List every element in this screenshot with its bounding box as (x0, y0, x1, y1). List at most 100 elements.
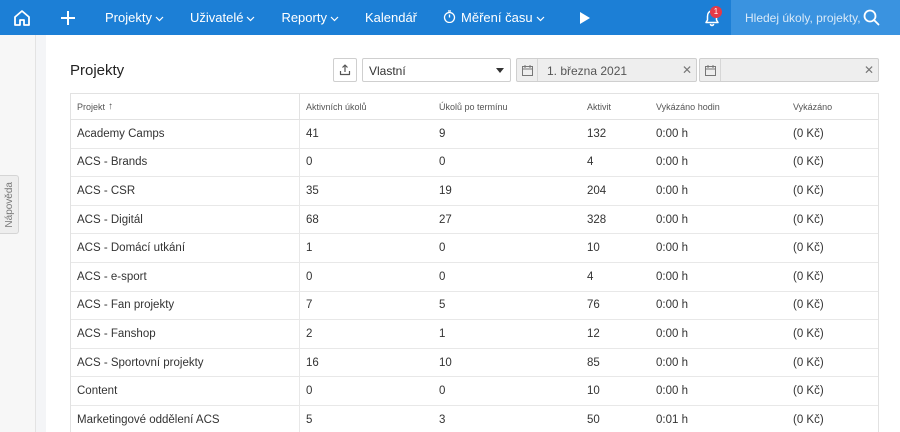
nav-item-0[interactable]: Projekty (92, 0, 177, 35)
help-tab[interactable]: Nápověda (0, 175, 19, 234)
table-cell: 0:00 h (656, 184, 688, 197)
table-cell: 16 (306, 356, 319, 369)
table-cell: (0 Kč) (793, 156, 824, 169)
table-cell: 0 (439, 385, 446, 398)
nav-item-3[interactable]: Kalendář (352, 0, 430, 35)
table-row[interactable]: ACS - e-sport 0 0 4 0:00 h (0 Kč) (71, 262, 878, 292)
search-input[interactable] (745, 10, 865, 25)
date-to-value (721, 59, 860, 81)
table-cell[interactable]: ACS - Brands (71, 148, 300, 177)
table-cell: 68 (306, 213, 319, 226)
add-button[interactable] (44, 0, 92, 35)
table-cell: 132 (587, 127, 607, 140)
clear-date-from-icon[interactable]: ✕ (678, 59, 696, 81)
table-cell: 0 (306, 156, 313, 169)
caret-down-icon (496, 68, 504, 73)
chevron-down-icon (155, 10, 164, 25)
table-cell: 0 (306, 270, 313, 283)
search-box (731, 0, 900, 35)
table-body: Academy Camps 4 1 9 132 0:00 h (0 Kč) ACS - Bra… (71, 120, 878, 432)
table-cell: 35 (306, 184, 319, 197)
table-row[interactable]: ACS - Sportovní projekty 16 10 85 0:00 h (0 K… (71, 348, 878, 378)
date-from-field[interactable]: 1. března 2021 ✕ (516, 58, 697, 82)
table-cell: 10 (587, 385, 600, 398)
search-icon[interactable] (863, 9, 880, 26)
column-header-reported-hours[interactable]: Vykázáno hodin (650, 102, 787, 112)
table-cell[interactable]: ACS - Domácí utkání (71, 234, 300, 262)
table-cell: 0:00 h (656, 356, 688, 369)
table-cell: 0:00 h (656, 299, 688, 312)
table-cell: 3 (439, 413, 446, 426)
left-sidebar: Nápověda (0, 35, 36, 432)
nav-item-2[interactable]: Reporty (268, 0, 352, 35)
table-cell: 328 (587, 213, 607, 226)
table-cell[interactable]: ACS - Fan projekty (71, 291, 300, 320)
table-cell: 1 (306, 242, 313, 255)
table-cell[interactable]: ACS - Digitál (71, 205, 300, 234)
table-row[interactable]: Content 0 0 10 0:00 h (0 Kč) (71, 377, 878, 406)
table-cell: (0 Kč) (793, 385, 824, 398)
table-cell: 0:01 h (656, 413, 688, 426)
table-cell: 4 (587, 270, 594, 283)
table-cell: 41 (306, 127, 319, 140)
period-select[interactable]: Vlastní (362, 58, 511, 82)
column-header-project[interactable]: Projekt ↑ (71, 94, 300, 119)
table-cell[interactable]: Content (71, 377, 300, 405)
table-row[interactable]: ACS - Brands 0 0 4 0:00 h (0 Kč) (71, 148, 878, 178)
table-cell: 10 (587, 242, 600, 255)
table-cell: 0:00 h (656, 327, 688, 340)
date-to-field[interactable]: ✕ (699, 58, 879, 82)
table-cell[interactable]: Academy Camps (71, 120, 300, 148)
table-cell: (0 Kč) (793, 127, 824, 140)
home-button[interactable] (0, 0, 44, 35)
notifications-button[interactable]: 1 (694, 0, 730, 35)
table-cell: 0 (439, 156, 446, 169)
table-row[interactable]: ACS - Digitál 68 27 328 0:00 h (0 Kč) (71, 205, 878, 235)
column-header-activities[interactable]: Aktivit (581, 102, 650, 112)
table-cell: 0:00 h (656, 213, 688, 226)
play-icon (579, 11, 590, 24)
table-header: Projekt ↑ Aktivních úkolů Úkolů po termí… (71, 94, 878, 120)
table-row[interactable]: Marketingové oddělení ACS 5 3 50 0:01 h (0 Kč… (71, 405, 878, 432)
play-button[interactable] (570, 0, 600, 35)
nav-item-label: Kalendář (364, 10, 418, 25)
table-cell[interactable]: ACS - e-sport (71, 262, 300, 291)
table-row[interactable]: Academy Camps 41 9 132 0:00 h (0 Kč) (71, 120, 878, 149)
table-cell: 19 (439, 184, 452, 197)
nav-item-1[interactable]: Uživatelé (177, 0, 268, 35)
nav-item-label: Uživatelé (189, 10, 244, 25)
chevron-down-icon (246, 10, 255, 25)
table-cell: 5 (439, 299, 446, 312)
page-title: Projekty (70, 62, 125, 79)
column-header-active-tasks[interactable]: Aktivních úkolů (300, 102, 433, 112)
table-cell: 204 (587, 184, 607, 197)
table-cell: 12 (587, 327, 600, 340)
column-header-overdue-tasks[interactable]: Úkolů po termínu (433, 102, 581, 112)
table-cell: (0 Kč) (793, 213, 824, 226)
date-from-value: 1. března 2021 (547, 64, 628, 78)
clear-date-to-icon[interactable]: ✕ (860, 59, 878, 81)
table-cell[interactable]: ACS - CSR (71, 177, 300, 205)
table-cell: 10 (439, 356, 452, 369)
calendar-icon[interactable] (517, 59, 538, 81)
nav-item-4[interactable]: Měření času (430, 0, 558, 35)
nav-item-label: Projekty (105, 10, 152, 25)
table-cell: 0:00 h (656, 156, 688, 169)
table-cell[interactable]: Marketingové oddělení ACS (71, 405, 300, 432)
table-cell: 5 (306, 413, 313, 426)
table-cell: 85 (587, 356, 600, 369)
projects-table: Projekt ↑ Aktivních úkolů Úkolů po termí… (70, 93, 879, 432)
export-button[interactable] (333, 58, 357, 82)
table-row[interactable]: ACS - CSR 35 19 204 0:00 h (0 Kč) (71, 177, 878, 206)
table-cell: 27 (439, 213, 452, 226)
table-cell: 50 (587, 413, 600, 426)
column-header-reported-amount[interactable]: Vykázáno (787, 102, 878, 112)
table-row[interactable]: ACS - Fanshop 2 1 12 0:00 h (0 Kč) (71, 320, 878, 349)
table-row[interactable]: ACS - Domácí utkání 1 0 10 0:00 h (0 Kč) (71, 234, 878, 263)
table-cell: (0 Kč) (793, 327, 824, 340)
table-cell[interactable]: ACS - Fanshop (71, 320, 300, 348)
table-cell: 0 (439, 270, 446, 283)
table-row[interactable]: ACS - Fan projekty 7 5 76 0:00 h (0 Kč) (71, 291, 878, 321)
table-cell[interactable]: ACS - Sportovní projekty (71, 348, 300, 377)
calendar-icon[interactable] (700, 59, 721, 81)
